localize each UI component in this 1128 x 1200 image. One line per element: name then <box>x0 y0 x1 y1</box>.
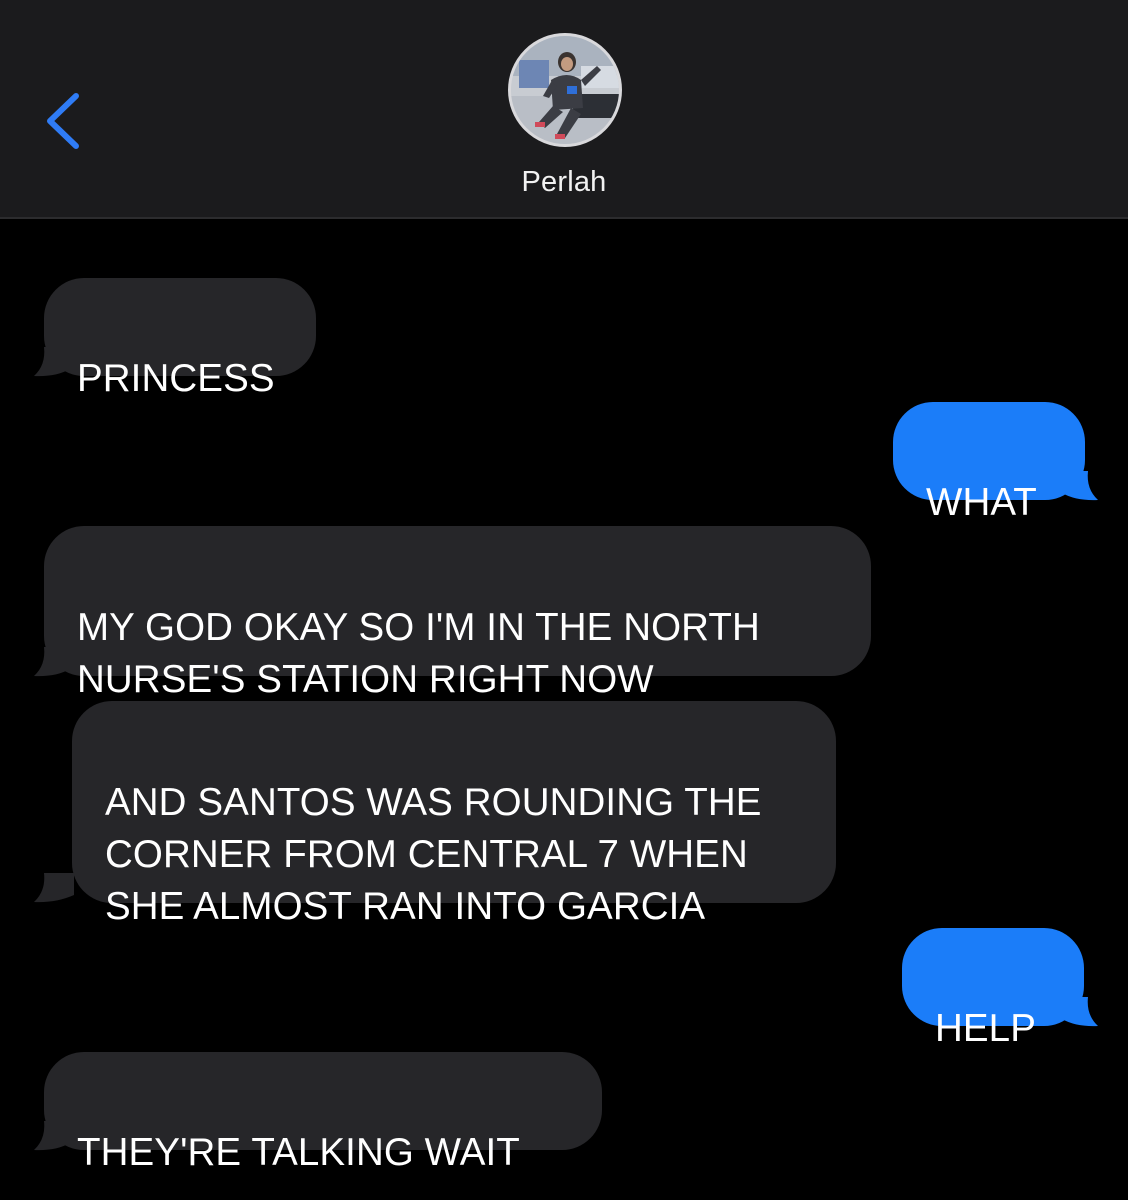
bubble-tail <box>34 873 74 903</box>
received-message-bubble[interactable]: THEY'RE TALKING WAIT <box>44 1052 602 1174</box>
message-thread: PRINCESS WHAT MY GOD OKAY SO I'M IN THE … <box>0 219 1128 1200</box>
sent-message-bubble[interactable]: HELP <box>902 928 1084 1050</box>
sent-message-bubble[interactable]: WHAT <box>893 402 1085 524</box>
bubble-tail <box>34 647 70 677</box>
bubble-tail <box>1062 997 1098 1027</box>
message-text: MY GOD OKAY SO I'M IN THE NORTH NURSE'S … <box>77 606 760 701</box>
bubble-tail <box>34 1121 70 1151</box>
message-text: AND SANTOS WAS ROUNDING THE CORNER FROM … <box>105 781 762 928</box>
chevron-left-icon <box>47 93 79 149</box>
contact-photo <box>511 36 619 144</box>
received-message-bubble[interactable]: PRINCESS <box>44 278 316 400</box>
message-text: PRINCESS <box>77 357 275 400</box>
message-text: WHAT <box>926 481 1037 524</box>
message-text: HELP <box>935 1007 1036 1050</box>
message-text: THEY'RE TALKING WAIT <box>77 1131 520 1174</box>
bubble-tail <box>1062 471 1098 501</box>
received-message-bubble[interactable]: AND SANTOS WAS ROUNDING THE CORNER FROM … <box>72 701 836 928</box>
conversation-header: Perlah <box>0 0 1128 219</box>
received-message-bubble[interactable]: MY GOD OKAY SO I'M IN THE NORTH NURSE'S … <box>44 526 871 701</box>
contact-avatar[interactable] <box>508 33 622 147</box>
back-button[interactable] <box>34 86 94 156</box>
bubble-tail <box>34 347 70 377</box>
contact-name[interactable]: Perlah <box>0 164 1128 200</box>
